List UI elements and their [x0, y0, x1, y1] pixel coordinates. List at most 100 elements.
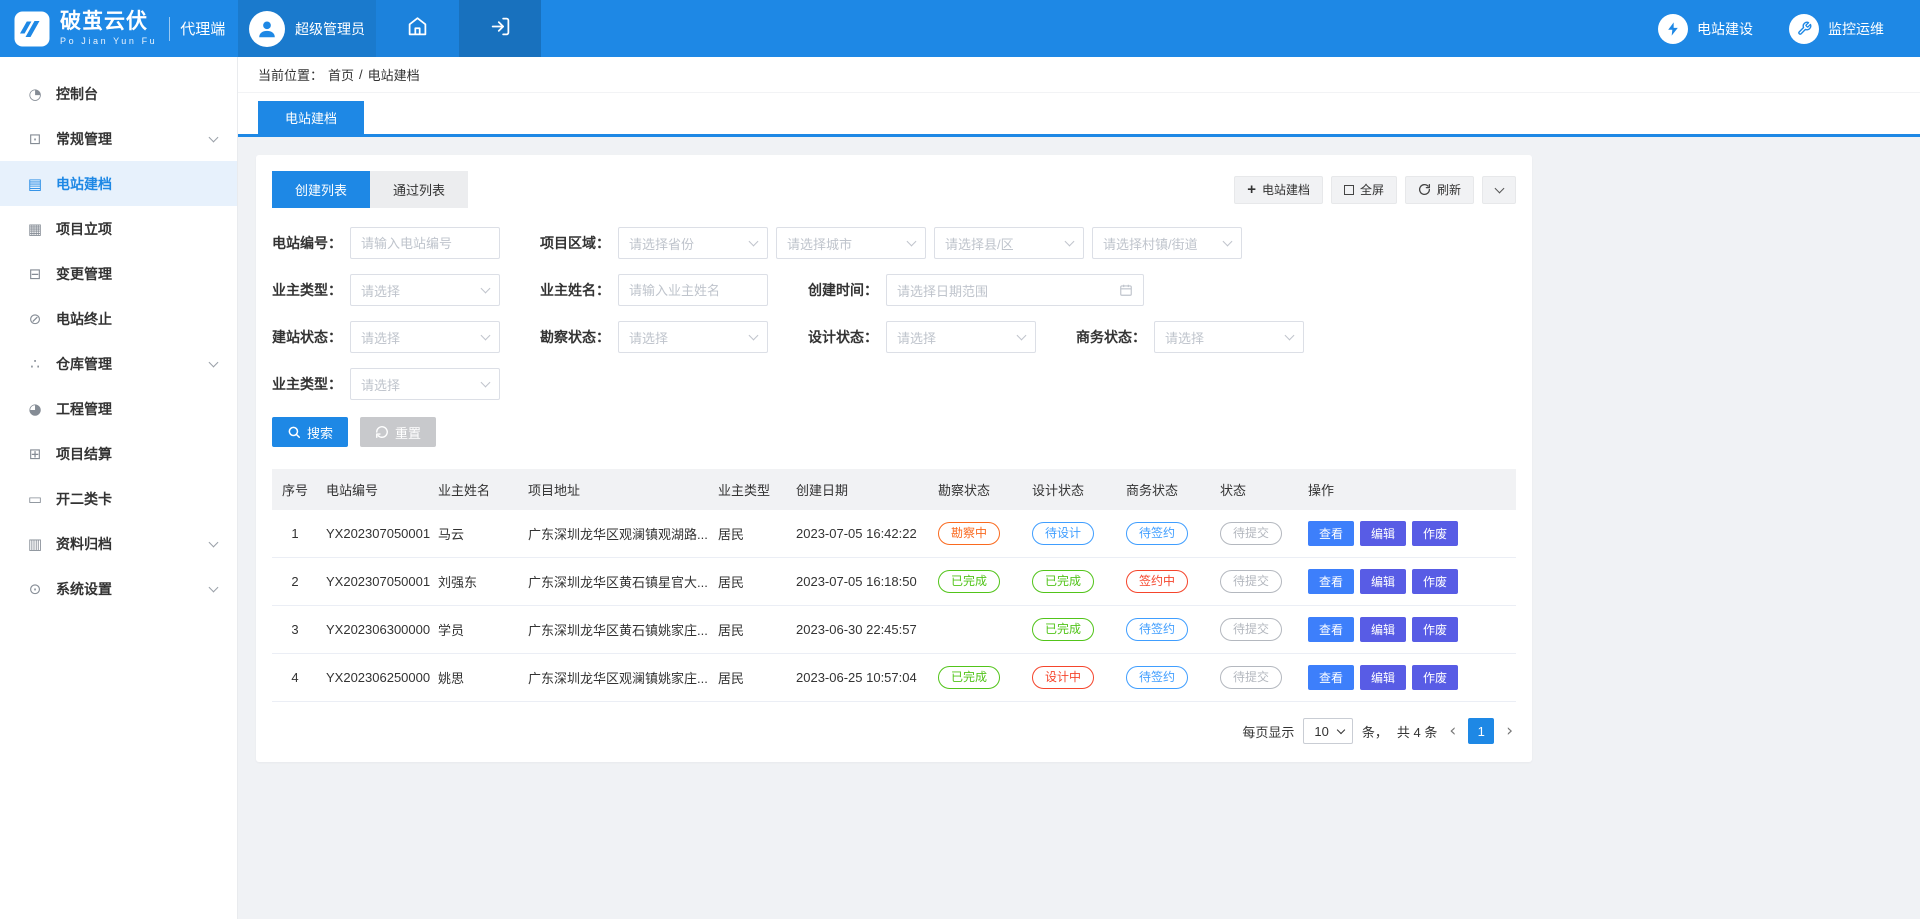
view-button[interactable]: 查看 — [1308, 521, 1354, 546]
total-count: 共 4 条 — [1397, 722, 1437, 741]
owner-type-2-select[interactable]: 请选择 — [350, 368, 500, 400]
chevron-down-icon — [1223, 237, 1233, 247]
breadcrumb-separator: / — [359, 67, 363, 82]
calendar-icon — [1119, 283, 1133, 297]
date-range-input[interactable]: 请选择日期范围 — [886, 274, 1144, 306]
edit-button[interactable]: 编辑 — [1360, 617, 1406, 642]
survey-status-select[interactable]: 请选择 — [618, 321, 768, 353]
nav-station-build[interactable]: 电站建设 — [1658, 0, 1753, 57]
lightning-icon — [1658, 14, 1688, 44]
owner-name-input[interactable] — [618, 274, 768, 306]
sidebar-item-station-file[interactable]: ▤电站建档 — [0, 161, 237, 206]
col-header-code: 电站编号 — [318, 469, 430, 510]
cell-business-status: 待签约 — [1118, 606, 1212, 654]
chevron-down-icon — [209, 537, 219, 547]
reset-button[interactable]: 重置 — [360, 417, 436, 447]
cell-survey-status: 已完成 — [930, 654, 1024, 702]
void-button[interactable]: 作废 — [1412, 665, 1458, 690]
user-icon — [256, 18, 278, 40]
sidebar-item-project-settlement[interactable]: ⊞项目结算 — [0, 431, 237, 476]
cell-owner-name: 刘强东 — [430, 558, 520, 606]
business-status-select[interactable]: 请选择 — [1154, 321, 1304, 353]
header-spacer — [541, 0, 1658, 57]
collapse-button[interactable] — [1482, 176, 1516, 204]
status-badge: 已完成 — [938, 570, 1000, 593]
sidebar-item-console[interactable]: ◔控制台 — [0, 71, 237, 116]
reset-icon — [375, 425, 389, 439]
sidebar-item-data-archive[interactable]: ▥资料归档 — [0, 521, 237, 566]
filter-label: 业主姓名： — [540, 280, 610, 300]
filter-label: 项目区域： — [540, 233, 610, 253]
search-icon — [287, 425, 301, 439]
edit-button[interactable]: 编辑 — [1360, 569, 1406, 594]
village-select[interactable]: 请选择村镇/街道 — [1092, 227, 1242, 259]
create-station-button[interactable]: + 电站建档 — [1234, 176, 1323, 204]
void-button[interactable]: 作废 — [1412, 617, 1458, 642]
per-page-select[interactable]: 10 — [1303, 718, 1352, 744]
fullscreen-icon — [1344, 185, 1354, 195]
page-tab-bar: 电站建档 — [238, 93, 1920, 137]
table-body: 1YX2023070500011马云广东深圳龙华区观澜镇观湖路...居民2023… — [272, 510, 1516, 702]
cell-address: 广东深圳龙华区观澜镇姚家庄... — [520, 654, 710, 702]
dashboard-icon: ◔ — [25, 85, 45, 103]
table-row: 1YX2023070500011马云广东深圳龙华区观澜镇观湖路...居民2023… — [272, 510, 1516, 558]
brand: 破茧云伏 Po Jian Yun Fu 代理端 — [0, 0, 238, 57]
sidebar: ◔控制台⊡常规管理▤电站建档▦项目立项⊟变更管理⊘电站终止∴仓库管理◕工程管理⊞… — [0, 57, 238, 919]
cell-index: 1 — [272, 510, 318, 558]
build-status-select[interactable]: 请选择 — [350, 321, 500, 353]
sidebar-item-general-mgmt[interactable]: ⊡常规管理 — [0, 116, 237, 161]
cell-index: 4 — [272, 654, 318, 702]
refresh-icon — [1418, 183, 1431, 196]
home-button[interactable] — [376, 0, 459, 57]
refresh-button[interactable]: 刷新 — [1405, 176, 1474, 204]
cell-address: 广东深圳龙华区黄石镇星官大... — [520, 558, 710, 606]
county-select[interactable]: 请选择县/区 — [934, 227, 1084, 259]
sidebar-item-change-mgmt[interactable]: ⊟变更管理 — [0, 251, 237, 296]
nav-monitor-ops[interactable]: 监控运维 — [1789, 0, 1884, 57]
filter-label: 勘察状态： — [540, 327, 610, 347]
void-button[interactable]: 作废 — [1412, 569, 1458, 594]
sidebar-item-class2-card[interactable]: ▭开二类卡 — [0, 476, 237, 521]
edit-button[interactable]: 编辑 — [1360, 665, 1406, 690]
page-tab-station-file[interactable]: 电站建档 — [258, 101, 364, 134]
void-button[interactable]: 作废 — [1412, 521, 1458, 546]
sidebar-item-warehouse-mgmt[interactable]: ∴仓库管理 — [0, 341, 237, 386]
design-status-select[interactable]: 请选择 — [886, 321, 1036, 353]
sidebar-item-system-settings[interactable]: ⊙系统设置 — [0, 566, 237, 611]
edit-button[interactable]: 编辑 — [1360, 521, 1406, 546]
view-button[interactable]: 查看 — [1308, 665, 1354, 690]
station-code-input[interactable] — [350, 227, 500, 259]
cell-code: YX2023070500011 — [318, 510, 430, 558]
page-1-button[interactable]: 1 — [1468, 718, 1494, 744]
next-page-button[interactable]: › — [1503, 723, 1516, 740]
col-header-design-status: 设计状态 — [1024, 469, 1118, 510]
prev-page-button[interactable]: ‹ — [1446, 723, 1459, 740]
sidebar-item-station-terminate[interactable]: ⊘电站终止 — [0, 296, 237, 341]
sidebar-item-project-initiation[interactable]: ▦项目立项 — [0, 206, 237, 251]
fullscreen-button[interactable]: 全屏 — [1331, 176, 1397, 204]
cell-status: 待提交 — [1212, 558, 1300, 606]
sidebar-item-label: 项目立项 — [56, 219, 112, 239]
logout-button[interactable] — [459, 0, 541, 57]
status-badge: 待签约 — [1126, 618, 1188, 641]
tab-create-list[interactable]: 创建列表 — [272, 171, 370, 208]
table-row: 2YX2023070500010刘强东广东深圳龙华区黄石镇星官大...居民202… — [272, 558, 1516, 606]
cell-code: YX2023062500004 — [318, 654, 430, 702]
status-badge: 待签约 — [1126, 522, 1188, 545]
city-select[interactable]: 请选择城市 — [776, 227, 926, 259]
view-button[interactable]: 查看 — [1308, 617, 1354, 642]
view-button[interactable]: 查看 — [1308, 569, 1354, 594]
col-header-status: 状态 — [1212, 469, 1300, 510]
owner-type-select[interactable]: 请选择 — [350, 274, 500, 306]
breadcrumb-home[interactable]: 首页 — [328, 65, 354, 84]
search-button[interactable]: 搜索 — [272, 417, 348, 447]
cell-design-status: 已完成 — [1024, 558, 1118, 606]
province-select[interactable]: 请选择省份 — [618, 227, 768, 259]
filter-field-owner-name: 业主姓名： — [540, 274, 768, 306]
avatar — [249, 11, 285, 47]
user-menu[interactable]: 超级管理员 — [238, 0, 376, 57]
sidebar-item-engineering-mgmt[interactable]: ◕工程管理 — [0, 386, 237, 431]
filter-label: 业主类型： — [272, 374, 342, 394]
tab-passed-list[interactable]: 通过列表 — [370, 171, 468, 208]
filter-label: 电站编号： — [272, 233, 342, 253]
